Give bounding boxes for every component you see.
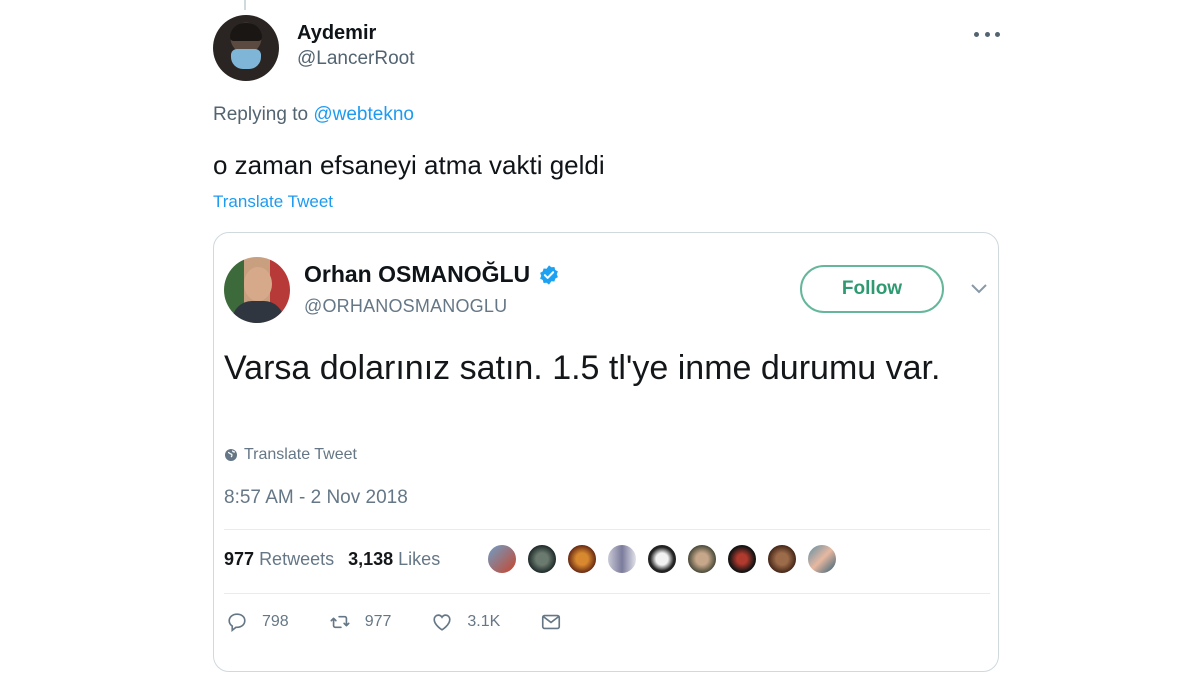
replying-prefix: Replying to [213, 104, 309, 125]
quoted-translate-link[interactable]: Translate Tweet [244, 446, 357, 464]
tweet-text: o zaman efsaneyi atma vakti geldi [213, 150, 605, 180]
quoted-translate-row[interactable]: Translate Tweet [224, 446, 357, 464]
quoted-author-name-row: Orhan OSMANOĞLU [304, 261, 560, 288]
follow-button[interactable]: Follow [800, 265, 944, 313]
liker-avatar[interactable] [646, 543, 678, 575]
envelope-icon [542, 614, 561, 630]
verified-badge-icon [540, 264, 559, 285]
liker-avatar[interactable] [526, 543, 558, 575]
divider [224, 529, 990, 530]
quoted-author-name[interactable]: Orhan OSMANOĞLU [304, 261, 530, 288]
more-options-icon[interactable] [974, 22, 1000, 46]
divider [224, 593, 990, 594]
quoted-author-handle[interactable]: @ORHANOSMANOGLU [304, 296, 507, 317]
liker-avatar[interactable] [806, 543, 838, 575]
liker-avatar[interactable] [606, 543, 638, 575]
author-name[interactable]: Aydemir [297, 22, 376, 45]
globe-icon [225, 449, 237, 461]
likes-stat[interactable]: 3,138 Likes [348, 549, 440, 570]
retweet-count: 977 [364, 613, 392, 630]
like-count: 3.1K [467, 613, 501, 630]
reply-icon [228, 613, 246, 632]
reply-action[interactable]: 798 [226, 611, 289, 633]
liker-avatar[interactable] [726, 543, 758, 575]
retweets-stat[interactable]: 977 Retweets [224, 549, 334, 570]
quoted-avatar[interactable] [224, 257, 290, 323]
chevron-down-icon[interactable] [970, 283, 988, 295]
thread-line [244, 0, 246, 10]
liker-avatars [486, 543, 838, 575]
replying-mention-link[interactable]: @webtekno [313, 104, 414, 125]
engagement-stats: 977 Retweets 3,138 Likes [224, 549, 440, 570]
reply-count: 798 [262, 613, 289, 630]
retweet-icon [330, 615, 350, 629]
liker-avatar[interactable] [766, 543, 798, 575]
author-handle[interactable]: @LancerRoot [297, 48, 415, 70]
tweet-actions: 798 977 3.1K [226, 611, 602, 633]
embedded-tweet-card[interactable]: Orhan OSMANOĞLU @ORHANOSMANOGLU Follow V… [213, 232, 999, 672]
liker-avatar[interactable] [486, 543, 518, 575]
tweet-timestamp[interactable]: 8:57 AM - 2 Nov 2018 [224, 487, 408, 509]
replying-to: Replying to @webtekno [213, 104, 414, 126]
heart-icon [433, 614, 452, 631]
liker-avatar[interactable] [566, 543, 598, 575]
translate-tweet-link[interactable]: Translate Tweet [213, 192, 333, 212]
like-action[interactable]: 3.1K [431, 611, 500, 633]
quoted-tweet-text: Varsa dolarınız satın. 1.5 tl'ye inme du… [224, 349, 941, 387]
liker-avatar[interactable] [686, 543, 718, 575]
avatar[interactable] [213, 15, 279, 81]
share-action[interactable] [540, 611, 562, 633]
retweet-action[interactable]: 977 [329, 611, 392, 633]
